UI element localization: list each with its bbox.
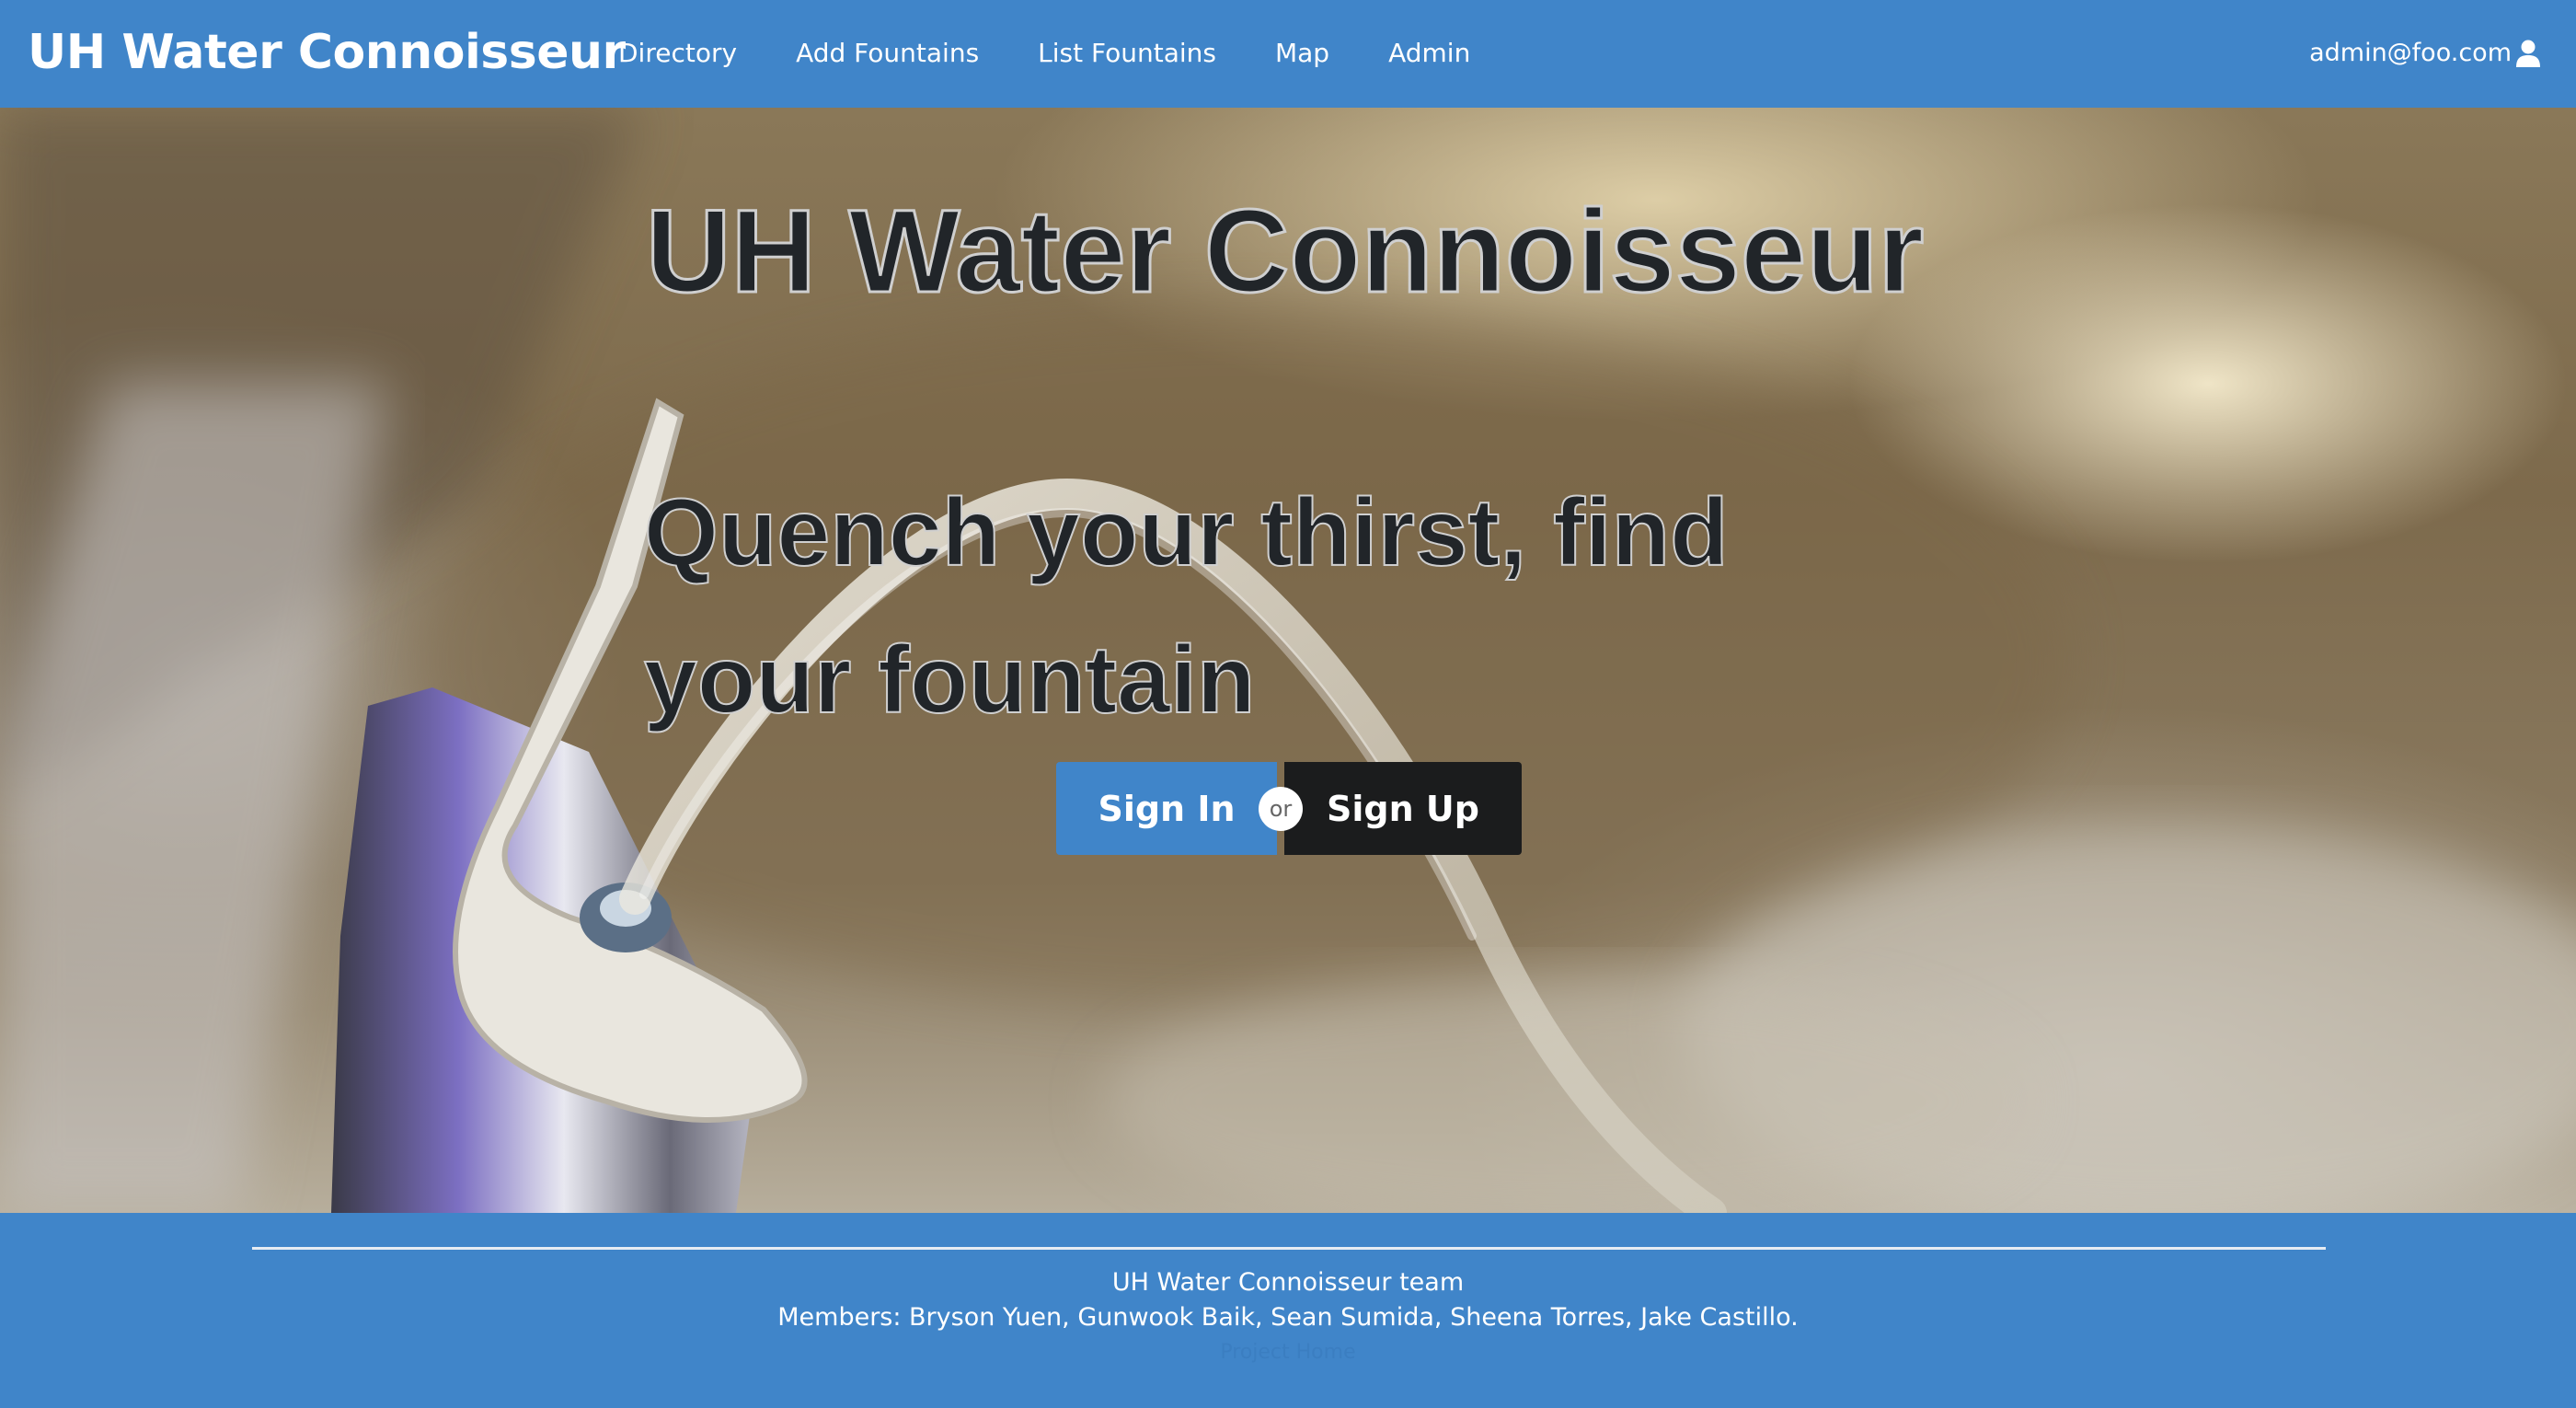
sign-in-button[interactable]: Sign In [1056,762,1277,855]
user-email: admin@foo.com [2309,39,2512,67]
project-home-link[interactable]: Project Home [0,1336,2576,1369]
nav-admin[interactable]: Admin [1388,33,1470,74]
brand-title[interactable]: UH Water Connoisseur [28,20,626,85]
user-icon [2516,40,2540,67]
nav-list-fountains[interactable]: List Fountains [1038,33,1216,74]
hero-section: UH Water Connoisseur Quench your thirst,… [0,108,2576,1213]
hero-title: UH Water Connoisseur [644,185,1925,319]
nav-add-fountains[interactable]: Add Fountains [796,33,979,74]
footer-team: UH Water Connoisseur team [1111,1268,1465,1297]
navbar: UH Water Connoisseur Directory Add Fount… [0,0,2576,108]
nav-directory[interactable]: Directory [618,33,737,74]
auth-button-group: Sign In or Sign Up [1056,762,1522,855]
nav-map[interactable]: Map [1275,33,1329,74]
footer-members: Members: Bryson Yuen, Gunwook Baik, Sean… [777,1303,1799,1332]
or-divider: or [1259,787,1303,831]
footer: UH Water Connoisseur team Members: Bryso… [0,1213,2576,1408]
nav-links: Directory Add Fountains List Fountains M… [618,33,1529,74]
hero-subtitle: Quench your thirst, find your fountain [643,479,1730,734]
footer-divider [252,1247,2326,1250]
user-menu[interactable]: admin@foo.com [2309,33,2541,74]
sign-up-button[interactable]: Sign Up [1284,762,1522,855]
